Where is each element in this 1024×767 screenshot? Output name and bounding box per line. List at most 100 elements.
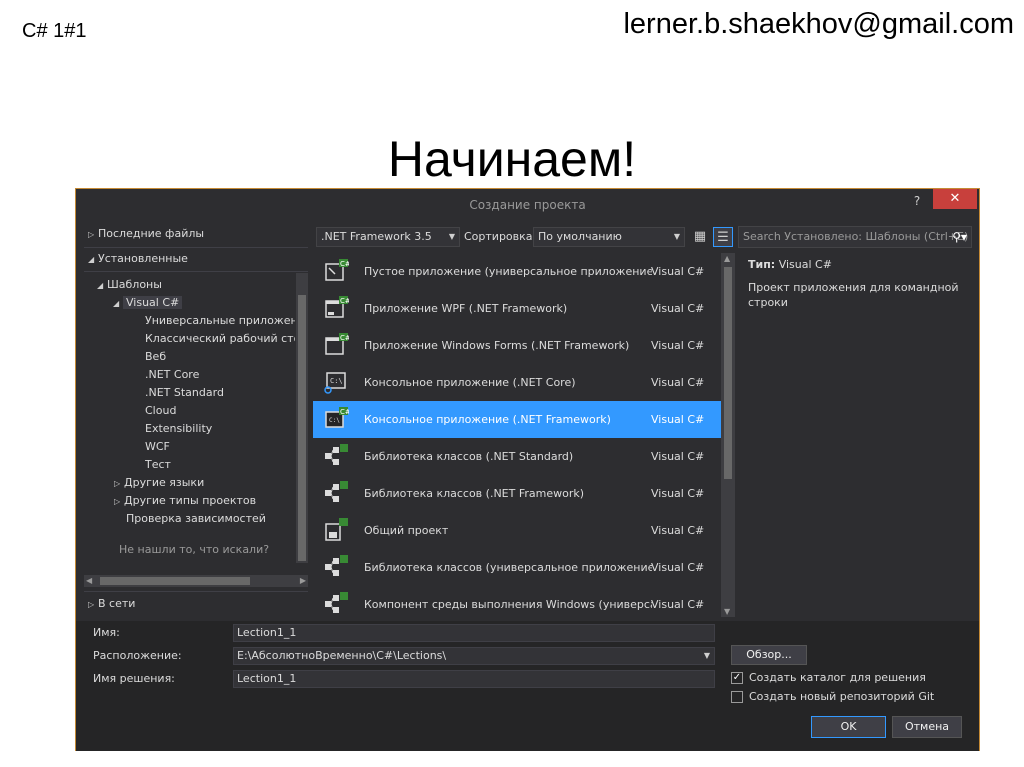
tree-recent-files[interactable]: ▷ Последние файлы: [88, 225, 204, 243]
svg-text:C:\: C:\: [329, 417, 340, 424]
template-search-input[interactable]: Search Установлено: Шаблоны (Ctrl+E) ⚲▾: [738, 226, 972, 248]
tree-installed[interactable]: ◢ Установленные: [88, 250, 188, 268]
list-view-icon[interactable]: ☰: [713, 227, 733, 247]
grid-view-icon[interactable]: ▦: [690, 227, 710, 247]
chevron-down-icon: ▼: [448, 232, 455, 241]
close-button[interactable]: ✕: [933, 189, 977, 209]
slide-tag: C# 1#1: [22, 20, 87, 42]
tree-item-test[interactable]: Тест: [145, 456, 295, 474]
tree-other-project-types[interactable]: ▷ Другие типы проектов: [114, 492, 256, 510]
help-button[interactable]: ?: [904, 189, 930, 213]
tree-label: Другие типы проектов: [124, 494, 257, 507]
dialog-title: Создание проекта: [76, 189, 979, 221]
svg-text:C#: C#: [340, 297, 349, 305]
svg-text:C#: C#: [340, 408, 349, 416]
tree-item-cloud[interactable]: Cloud: [145, 402, 295, 420]
template-name: Пустое приложение (универсальное приложе…: [364, 265, 652, 278]
template-name: Библиотека классов (.NET Standard): [364, 450, 574, 463]
template-language: Visual C#: [651, 598, 705, 611]
checkbox-label: Создать каталог для решения: [749, 671, 926, 684]
template-row[interactable]: C# Пустое приложение (универсальное прил…: [313, 253, 721, 290]
template-row[interactable]: Библиотека классов (универсальное прилож…: [313, 549, 721, 586]
create-dir-checkbox[interactable]: ✓ Создать каталог для решения: [731, 670, 926, 686]
collapse-icon: ◢: [88, 255, 95, 264]
tree-item-net-core[interactable]: .NET Core: [145, 366, 295, 384]
tree-item-extensibility[interactable]: Extensibility: [145, 420, 295, 438]
template-name: Консольное приложение (.NET Core): [364, 376, 576, 389]
project-form: Имя: Lection1_1 Расположение: E:\Абсолют…: [76, 621, 979, 751]
tree-item-web[interactable]: Веб: [145, 348, 295, 366]
not-found-link[interactable]: Не нашли то, что искали?: [119, 543, 269, 556]
new-project-dialog: Создание проекта ? ✕ ▷ Последние файлы ◢ У…: [75, 188, 980, 751]
shared-project-icon: [325, 518, 348, 541]
class-library-icon: [325, 444, 348, 465]
checkbox-unchecked-icon[interactable]: [731, 691, 743, 703]
search-icon[interactable]: ⚲▾: [952, 227, 967, 247]
template-list-scrollbar[interactable]: ▲ ▼: [721, 253, 735, 617]
location-label: Расположение:: [93, 649, 182, 662]
checkbox-label: Создать новый репозиторий Git: [749, 690, 935, 703]
template-name: Приложение WPF (.NET Framework): [364, 302, 568, 315]
sort-select[interactable]: По умолчанию ▼: [533, 227, 685, 247]
template-language: Visual C#: [651, 339, 705, 352]
runtime-component-icon: [325, 592, 348, 613]
tree-item-uwp[interactable]: Универсальные приложения Windows: [145, 312, 295, 330]
project-name-input[interactable]: Lection1_1: [233, 624, 715, 642]
template-row[interactable]: Компонент среды выполнения Windows (унив…: [313, 586, 721, 617]
tree-horizontal-scrollbar[interactable]: ◀ ▶: [84, 575, 308, 587]
template-row[interactable]: Библиотека классов (.NET Framework) Visu…: [313, 475, 721, 512]
expand-icon: ▷: [114, 497, 121, 506]
svg-text:C#: C#: [340, 260, 349, 268]
framework-select[interactable]: .NET Framework 3.5 ▼: [316, 227, 460, 247]
divider: [84, 271, 308, 272]
template-language: Visual C#: [651, 524, 705, 537]
template-description: Проект приложения для командной строки: [748, 281, 959, 309]
tree-label: Последние файлы: [98, 227, 205, 240]
template-row[interactable]: C:\ Консольное приложение (.NET Core) Vi…: [313, 364, 721, 401]
scroll-thumb[interactable]: [724, 267, 732, 479]
template-row[interactable]: Библиотека классов (.NET Standard) Visua…: [313, 438, 721, 475]
checkbox-checked-icon[interactable]: ✓: [731, 672, 743, 684]
tree-vertical-scrollbar[interactable]: [296, 273, 308, 563]
tree-item-wcf[interactable]: WCF: [145, 438, 295, 456]
template-name: Приложение Windows Forms (.NET Framework…: [364, 339, 630, 352]
scroll-thumb[interactable]: [298, 295, 306, 561]
tree-visual-csharp[interactable]: ◢ Visual C#: [113, 294, 183, 312]
location-input[interactable]: E:\АбсолютноВременно\C#\Lections\ ▼: [233, 647, 715, 665]
ok-button[interactable]: OK: [811, 716, 886, 738]
class-library-icon: [325, 555, 348, 576]
scroll-up-icon[interactable]: ▲: [724, 254, 730, 263]
tree-item-desktop[interactable]: Классический рабочий стол Windows: [145, 330, 295, 348]
tree-label: Шаблоны: [107, 278, 162, 291]
template-row[interactable]: C# Приложение Windows Forms (.NET Framew…: [313, 327, 721, 364]
template-type: Тип: Visual C#: [748, 257, 973, 272]
solution-name-input[interactable]: Lection1_1: [233, 670, 715, 688]
template-language: Visual C#: [651, 561, 705, 574]
tree-other-languages[interactable]: ▷ Другие языки: [114, 474, 204, 492]
template-list: C# Пустое приложение (универсальное прил…: [313, 253, 735, 617]
chevron-down-icon[interactable]: ▼: [704, 648, 710, 664]
tree-dependency-check[interactable]: Проверка зависимостей: [126, 510, 266, 528]
scroll-down-icon[interactable]: ▼: [724, 607, 730, 616]
scroll-right-icon[interactable]: ▶: [300, 575, 306, 587]
solution-label: Имя решения:: [93, 672, 175, 685]
tree-label: В сети: [98, 597, 136, 610]
browse-button[interactable]: Обзор...: [731, 645, 807, 665]
category-tree: ▷ Последние файлы ◢ Установленные ◢ Шаблоны…: [84, 223, 308, 613]
tree-templates[interactable]: ◢ Шаблоны: [97, 276, 162, 294]
template-row[interactable]: C# Приложение WPF (.NET Framework) Visua…: [313, 290, 721, 327]
template-name: Консольное приложение (.NET Framework): [364, 413, 611, 426]
tree-label: Другие языки: [124, 476, 205, 489]
cancel-button[interactable]: Отмена: [892, 716, 962, 738]
scroll-thumb[interactable]: [100, 577, 250, 585]
expand-icon: ▷: [88, 600, 95, 609]
slide-email: lerner.b.shaekhov@gmail.com: [623, 8, 1014, 40]
tree-online[interactable]: ▷ В сети: [88, 595, 135, 613]
template-row[interactable]: Общий проект Visual C#: [313, 512, 721, 549]
tree-item-net-standard[interactable]: .NET Standard: [145, 384, 295, 402]
location-value: E:\АбсолютноВременно\C#\Lections\: [237, 649, 447, 662]
create-git-checkbox[interactable]: Создать новый репозиторий Git: [731, 689, 934, 705]
scroll-left-icon[interactable]: ◀: [86, 575, 92, 587]
template-row-selected[interactable]: C:\C# Консольное приложение (.NET Framew…: [313, 401, 721, 438]
svg-text:C:\: C:\: [330, 377, 343, 385]
